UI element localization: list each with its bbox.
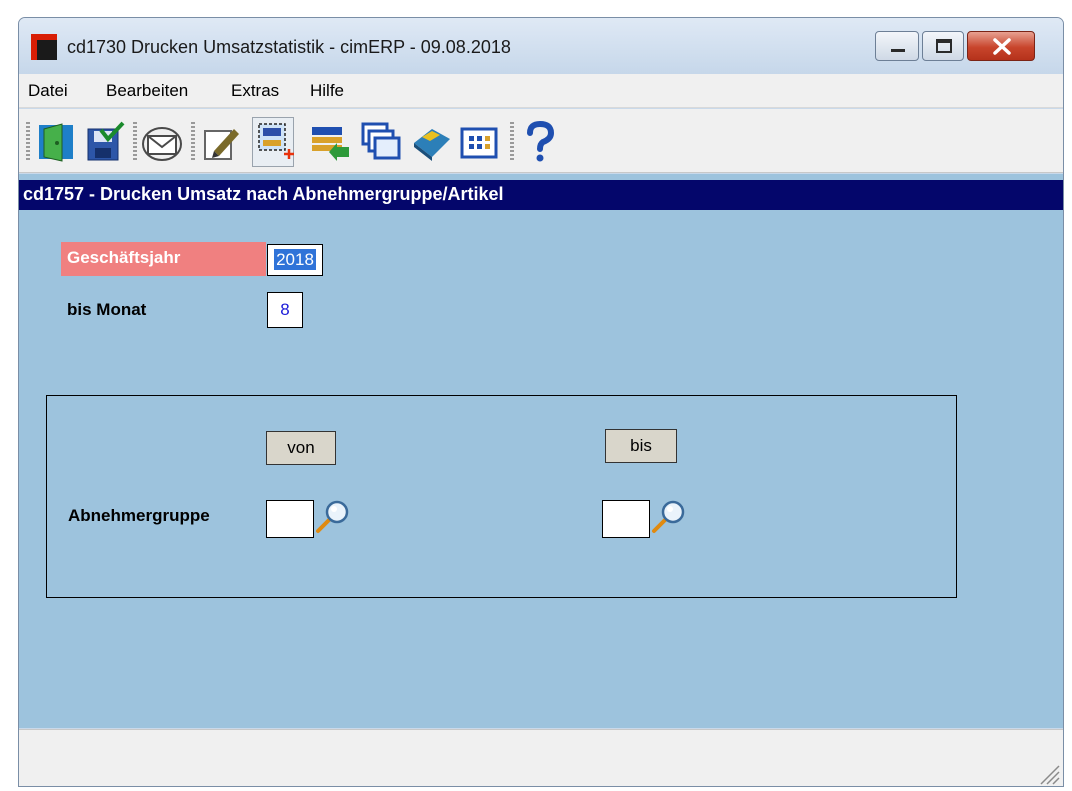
- minimize-button[interactable]: [875, 31, 919, 61]
- status-bar: [19, 729, 1063, 786]
- edit-document-icon: [204, 129, 239, 160]
- lookup-magnifier-icon[interactable]: [651, 498, 687, 534]
- mail-button[interactable]: [141, 121, 183, 163]
- menu-bearbeiten[interactable]: Bearbeiten: [106, 81, 188, 101]
- book-icon: [414, 129, 450, 161]
- maximize-button[interactable]: [922, 31, 964, 61]
- menu-extras[interactable]: Extras: [231, 81, 279, 101]
- toolbar-separator: [133, 122, 137, 162]
- app-logo-icon: [31, 34, 57, 60]
- fiscal-year-input[interactable]: 2018: [267, 244, 323, 276]
- form-area: cd1757 - Drucken Umsatz nach Abnehmergru…: [19, 174, 1063, 728]
- window-title: cd1730 Drucken Umsatzstatistik - cimERP …: [67, 37, 511, 57]
- to-header: bis: [605, 429, 677, 463]
- resize-grip-icon[interactable]: [1035, 760, 1061, 786]
- toolbar-separator: [510, 122, 514, 162]
- section-title: cd1757 - Drucken Umsatz nach Abnehmergru…: [19, 180, 1063, 210]
- fiscal-year-label: Geschäftsjahr: [61, 242, 266, 276]
- windows-button[interactable]: [360, 121, 402, 163]
- month-label: bis Monat: [67, 300, 147, 319]
- close-icon: [993, 38, 1011, 55]
- save-check-icon: [87, 121, 125, 161]
- list-import-button[interactable]: [309, 121, 351, 163]
- new-selection-button[interactable]: [252, 117, 294, 167]
- menu-bar: Datei Bearbeiten Extras Hilfe: [19, 74, 1063, 108]
- title-bar[interactable]: cd1730 Drucken Umsatzstatistik - cimERP …: [19, 18, 1063, 74]
- close-button[interactable]: [967, 31, 1035, 61]
- minimize-icon: [891, 49, 905, 52]
- customer-group-range-box: von bis Abnehmergruppe: [46, 395, 957, 598]
- lookup-magnifier-icon[interactable]: [315, 498, 351, 534]
- menu-hilfe[interactable]: Hilfe: [310, 81, 344, 101]
- table-button[interactable]: [458, 121, 500, 163]
- new-selection-icon: [258, 123, 294, 159]
- month-input[interactable]: 8: [267, 292, 303, 328]
- windows-cascade-icon: [361, 122, 401, 160]
- customer-group-from-input[interactable]: [266, 500, 314, 538]
- help-button[interactable]: [519, 120, 561, 163]
- edit-button[interactable]: [200, 121, 242, 163]
- toolbar: [19, 109, 1063, 173]
- list-import-icon: [312, 127, 349, 161]
- book-button[interactable]: [410, 121, 452, 163]
- menu-datei[interactable]: Datei: [28, 81, 68, 101]
- fiscal-year-value: 2018: [274, 249, 316, 270]
- exit-button[interactable]: [35, 121, 77, 163]
- customer-group-label: Abnehmergruppe: [68, 506, 210, 525]
- exit-door-icon: [39, 123, 73, 162]
- toolbar-separator: [191, 122, 195, 162]
- toolbar-separator: [26, 122, 30, 162]
- from-header: von: [266, 431, 336, 465]
- help-question-icon: [527, 120, 555, 162]
- maximize-icon: [936, 39, 952, 53]
- app-window: cd1730 Drucken Umsatzstatistik - cimERP …: [18, 17, 1064, 787]
- save-button[interactable]: [83, 121, 125, 163]
- customer-group-to-input[interactable]: [602, 500, 650, 538]
- mail-envelope-icon: [142, 127, 182, 161]
- table-grid-icon: [460, 127, 498, 159]
